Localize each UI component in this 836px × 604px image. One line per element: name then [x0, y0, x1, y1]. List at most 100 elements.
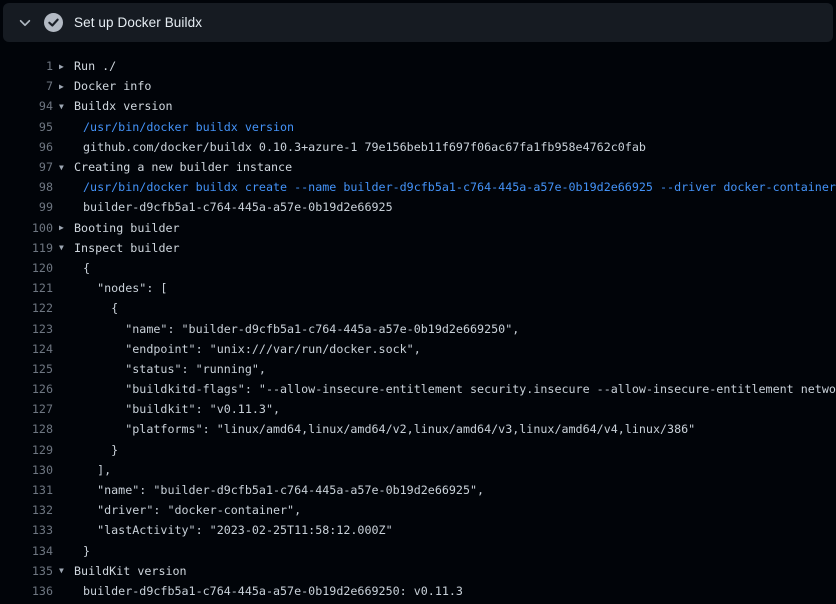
- line-content: ▶ Booting builder: [53, 221, 180, 235]
- group-expanded-arrow-icon[interactable]: ▼: [59, 163, 74, 172]
- group-collapsed-arrow-icon[interactable]: ▶: [59, 62, 74, 71]
- line-content: /usr/bin/docker buildx version: [53, 120, 294, 134]
- line-content: "driver": "docker-container",: [53, 503, 301, 517]
- log-text[interactable]: Booting builder: [74, 221, 180, 235]
- line-number-link[interactable]: 97: [0, 160, 53, 174]
- line-number-link[interactable]: 121: [0, 281, 53, 295]
- log-text: "platforms": "linux/amd64,linux/amd64/v2…: [83, 422, 695, 436]
- log-text: {: [83, 261, 90, 275]
- log-line: 136 builder-d9cfb5a1-c764-445a-a57e-0b19…: [0, 581, 836, 601]
- line-content: /usr/bin/docker buildx create --name bui…: [53, 180, 836, 194]
- log-text: github.com/docker/buildx 0.10.3+azure-1 …: [83, 140, 646, 154]
- line-content: ▶ Docker info: [53, 79, 151, 93]
- line-number-link[interactable]: 94: [0, 99, 53, 113]
- log-group-line: 119 ▼ Inspect builder: [0, 238, 836, 258]
- line-number-link[interactable]: 129: [0, 443, 53, 457]
- line-content: "name": "builder-d9cfb5a1-c764-445a-a57e…: [53, 483, 484, 497]
- line-number-link[interactable]: 136: [0, 584, 53, 598]
- line-content: "name": "builder-d9cfb5a1-c764-445a-a57e…: [53, 322, 519, 336]
- line-content: builder-d9cfb5a1-c764-445a-a57e-0b19d2e6…: [53, 200, 393, 214]
- actions-log-viewer: Set up Docker Buildx 1 ▶ Run ./ 7 ▶ Dock…: [0, 0, 836, 604]
- line-number-link[interactable]: 135: [0, 564, 53, 578]
- group-collapsed-arrow-icon[interactable]: ▶: [59, 223, 74, 232]
- line-content: "status": "running",: [53, 362, 266, 376]
- line-number-link[interactable]: 99: [0, 200, 53, 214]
- line-number-link[interactable]: 123: [0, 322, 53, 336]
- line-content: ▼ Buildx version: [53, 99, 173, 113]
- line-content: }: [53, 544, 90, 558]
- log-text: "nodes": [: [83, 281, 167, 295]
- line-content: "nodes": [: [53, 281, 167, 295]
- log-line: 99 builder-d9cfb5a1-c764-445a-a57e-0b19d…: [0, 197, 836, 217]
- chevron-down-icon[interactable]: [17, 15, 33, 31]
- check-circle-icon: [44, 13, 63, 32]
- log-line: 129 }: [0, 440, 836, 460]
- step-title: Set up Docker Buildx: [74, 15, 202, 30]
- line-content: builder-d9cfb5a1-c764-445a-a57e-0b19d2e6…: [53, 584, 463, 598]
- line-content: "lastActivity": "2023-02-25T11:58:12.000…: [53, 523, 393, 537]
- line-content: ▼ Creating a new builder instance: [53, 160, 292, 174]
- log-line: 96 github.com/docker/buildx 0.10.3+azure…: [0, 137, 836, 157]
- group-expanded-arrow-icon[interactable]: ▼: [59, 566, 74, 575]
- log-line: 132 "driver": "docker-container",: [0, 500, 836, 520]
- log-text: "status": "running",: [83, 362, 266, 376]
- log-group-line: 7 ▶ Docker info: [0, 76, 836, 96]
- line-number-link[interactable]: 126: [0, 382, 53, 396]
- line-number-link[interactable]: 131: [0, 483, 53, 497]
- log-line: 134 }: [0, 541, 836, 561]
- line-number-link[interactable]: 130: [0, 463, 53, 477]
- step-header-set-up-docker-buildx[interactable]: Set up Docker Buildx: [3, 3, 833, 42]
- line-number-link[interactable]: 95: [0, 120, 53, 134]
- line-number-link[interactable]: 124: [0, 342, 53, 356]
- line-number-link[interactable]: 98: [0, 180, 53, 194]
- line-number-link[interactable]: 134: [0, 544, 53, 558]
- line-content: "endpoint": "unix:///var/run/docker.sock…: [53, 342, 421, 356]
- log-line: 98 /usr/bin/docker buildx create --name …: [0, 177, 836, 197]
- log-text: "buildkit": "v0.11.3",: [83, 402, 280, 416]
- line-number-link[interactable]: 100: [0, 221, 53, 235]
- log-text[interactable]: BuildKit version: [74, 564, 187, 578]
- log-line: 120 {: [0, 258, 836, 278]
- line-content: {: [53, 301, 118, 315]
- log-group-line: 97 ▼ Creating a new builder instance: [0, 157, 836, 177]
- group-expanded-arrow-icon[interactable]: ▼: [59, 243, 74, 252]
- line-number-link[interactable]: 132: [0, 503, 53, 517]
- group-expanded-arrow-icon[interactable]: ▼: [59, 102, 74, 111]
- line-number-link[interactable]: 119: [0, 241, 53, 255]
- log-line: 124 "endpoint": "unix:///var/run/docker.…: [0, 339, 836, 359]
- line-number-link[interactable]: 122: [0, 301, 53, 315]
- log-text: /usr/bin/docker buildx version: [83, 120, 294, 134]
- log-text[interactable]: Run ./: [74, 59, 116, 73]
- line-number-link[interactable]: 125: [0, 362, 53, 376]
- log-text: {: [83, 301, 118, 315]
- log-line: 133 "lastActivity": "2023-02-25T11:58:12…: [0, 520, 836, 540]
- log-line: 121 "nodes": [: [0, 278, 836, 298]
- line-content: ▼ Inspect builder: [53, 241, 180, 255]
- line-number-link[interactable]: 96: [0, 140, 53, 154]
- log-text: ],: [83, 463, 111, 477]
- log-group-line: 135 ▼ BuildKit version: [0, 561, 836, 581]
- line-content: github.com/docker/buildx 0.10.3+azure-1 …: [53, 140, 646, 154]
- log-text: /usr/bin/docker buildx create --name bui…: [83, 180, 836, 194]
- line-number-link[interactable]: 120: [0, 261, 53, 275]
- line-number-link[interactable]: 127: [0, 402, 53, 416]
- group-collapsed-arrow-icon[interactable]: ▶: [59, 82, 74, 91]
- log-text: builder-d9cfb5a1-c764-445a-a57e-0b19d2e6…: [83, 200, 393, 214]
- line-number-link[interactable]: 7: [0, 79, 53, 93]
- log-text[interactable]: Docker info: [74, 79, 151, 93]
- log-text[interactable]: Buildx version: [74, 99, 173, 113]
- line-content: "platforms": "linux/amd64,linux/amd64/v2…: [53, 422, 695, 436]
- line-content: }: [53, 443, 118, 457]
- log-text[interactable]: Creating a new builder instance: [74, 160, 292, 174]
- log-text: "name": "builder-d9cfb5a1-c764-445a-a57e…: [83, 483, 484, 497]
- log-text: builder-d9cfb5a1-c764-445a-a57e-0b19d2e6…: [83, 584, 463, 598]
- log-line: 95 /usr/bin/docker buildx version: [0, 117, 836, 137]
- log-line: 128 "platforms": "linux/amd64,linux/amd6…: [0, 419, 836, 439]
- log-line: 122 {: [0, 298, 836, 318]
- log-text[interactable]: Inspect builder: [74, 241, 180, 255]
- line-number-link[interactable]: 128: [0, 422, 53, 436]
- log-line: 127 "buildkit": "v0.11.3",: [0, 399, 836, 419]
- line-number-link[interactable]: 133: [0, 523, 53, 537]
- log-body: 1 ▶ Run ./ 7 ▶ Docker info 94 ▼ Buildx v…: [0, 42, 836, 601]
- line-number-link[interactable]: 1: [0, 59, 53, 73]
